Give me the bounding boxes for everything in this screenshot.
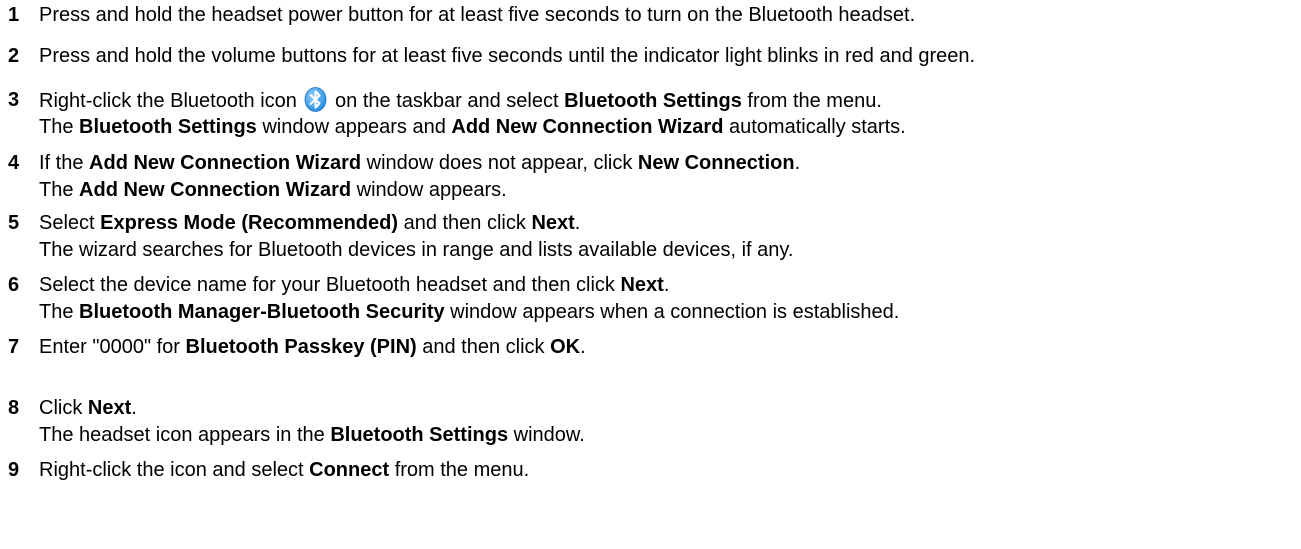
step-text: Right-click the icon and select Connect … xyxy=(39,457,529,484)
text-run: Right-click the Bluetooth icon xyxy=(39,90,303,112)
step-number: 4 xyxy=(8,152,20,174)
text-run: . xyxy=(663,274,670,296)
step-number: 1 xyxy=(8,4,20,26)
bold-term: OK xyxy=(550,336,581,358)
text-run: If the xyxy=(39,152,90,174)
bold-term: Next xyxy=(531,212,575,234)
step-line: The Add New Connection Wizard window app… xyxy=(39,177,800,204)
step-line: Select Express Mode (Recommended) and th… xyxy=(39,210,793,237)
step-text: Press and hold the headset power button … xyxy=(39,2,915,29)
bluetooth-icon xyxy=(304,87,327,112)
bold-term: Bluetooth Passkey (PIN) xyxy=(185,336,417,358)
step-line: Enter "0000" for Bluetooth Passkey (PIN)… xyxy=(39,334,586,361)
bold-term: Next xyxy=(620,274,664,296)
bold-term: Add New Connection Wizard xyxy=(79,179,352,201)
step-number: 8 xyxy=(8,397,20,419)
text-run: Right-click the icon and select xyxy=(39,459,310,481)
text-run: . xyxy=(794,152,801,174)
step-line: Press and hold the headset power button … xyxy=(39,2,915,29)
bold-term: Bluetooth Settings xyxy=(79,116,257,138)
bold-term: Bluetooth Settings xyxy=(330,424,509,446)
step-number: 6 xyxy=(8,274,20,296)
text-run: window does not appear, click xyxy=(361,152,638,174)
text-run: window appears. xyxy=(351,179,507,201)
text-run: Enter "0000" for xyxy=(39,336,186,358)
text-run: Select xyxy=(39,212,101,234)
text-run: Press and hold the volume buttons for at… xyxy=(39,45,976,67)
text-run: . xyxy=(580,336,586,358)
step-line: The headset icon appears in the Bluetoot… xyxy=(39,422,585,449)
text-run: The headset icon appears in the xyxy=(39,424,331,446)
text-run: window appears and xyxy=(256,116,452,138)
step-line: The wizard searches for Bluetooth device… xyxy=(39,237,793,264)
text-run: automatically starts. xyxy=(723,116,906,138)
step-text: Click Next. The headset icon appears in t… xyxy=(39,395,585,449)
text-run: The wizard searches for Bluetooth device… xyxy=(39,239,794,261)
text-run: window. xyxy=(508,424,585,446)
text-run: from the menu. xyxy=(741,90,882,112)
step-number: 9 xyxy=(8,459,20,481)
text-run: The xyxy=(39,116,80,138)
step-line: Right-click the icon and select Connect … xyxy=(39,457,529,484)
step-number: 7 xyxy=(8,336,20,358)
step-line: Click Next. xyxy=(39,395,585,422)
bold-term: Connect xyxy=(309,459,390,481)
bold-term: Bluetooth Manager-Bluetooth Security xyxy=(79,301,445,323)
text-run: and then click xyxy=(416,336,551,358)
step-text: If the Add New Connection Wizard window … xyxy=(39,150,800,204)
step-line: The Bluetooth Settings window appears an… xyxy=(39,114,906,141)
step-line: The Bluetooth Manager-Bluetooth Security… xyxy=(39,299,899,326)
text-run: . xyxy=(574,212,581,234)
text-run: Click xyxy=(39,397,88,419)
text-run: . xyxy=(131,397,137,419)
step-line: If the Add New Connection Wizard window … xyxy=(39,150,800,177)
step-number: 2 xyxy=(8,45,20,67)
bold-term: Add New Connection Wizard xyxy=(89,152,362,174)
bold-term: Express Mode (Recommended) xyxy=(100,212,399,234)
text-run: The xyxy=(39,301,80,323)
text-run: from the menu. xyxy=(389,459,530,481)
step-line: Select the device name for your Bluetoot… xyxy=(39,272,899,299)
bold-term: Next xyxy=(87,397,132,419)
step-text: Select the device name for your Bluetoot… xyxy=(39,272,899,326)
step-number: 5 xyxy=(8,212,20,234)
step-text: Select Express Mode (Recommended) and th… xyxy=(39,210,793,264)
text-run: Select the device name for your Bluetoot… xyxy=(39,274,621,296)
text-run: The xyxy=(39,179,80,201)
text-run: window appears when a connection is esta… xyxy=(444,301,900,323)
bold-term: Add New Connection Wizard xyxy=(451,116,724,138)
text-run: Press and hold the headset power button … xyxy=(39,4,916,26)
step-text: Press and hold the volume buttons for at… xyxy=(39,43,975,70)
step-number: 3 xyxy=(8,89,20,111)
step-line: Right-click the Bluetooth icon on the ta… xyxy=(39,87,906,114)
bold-term: New Connection xyxy=(637,152,795,174)
step-text: Enter "0000" for Bluetooth Passkey (PIN)… xyxy=(39,334,586,361)
text-run: on the taskbar and select xyxy=(329,90,565,112)
text-run: and then click xyxy=(398,212,532,234)
bold-term: Bluetooth Settings xyxy=(564,90,742,112)
step-line: Press and hold the volume buttons for at… xyxy=(39,43,975,70)
step-text: Right-click the Bluetooth icon on the ta… xyxy=(39,87,906,141)
